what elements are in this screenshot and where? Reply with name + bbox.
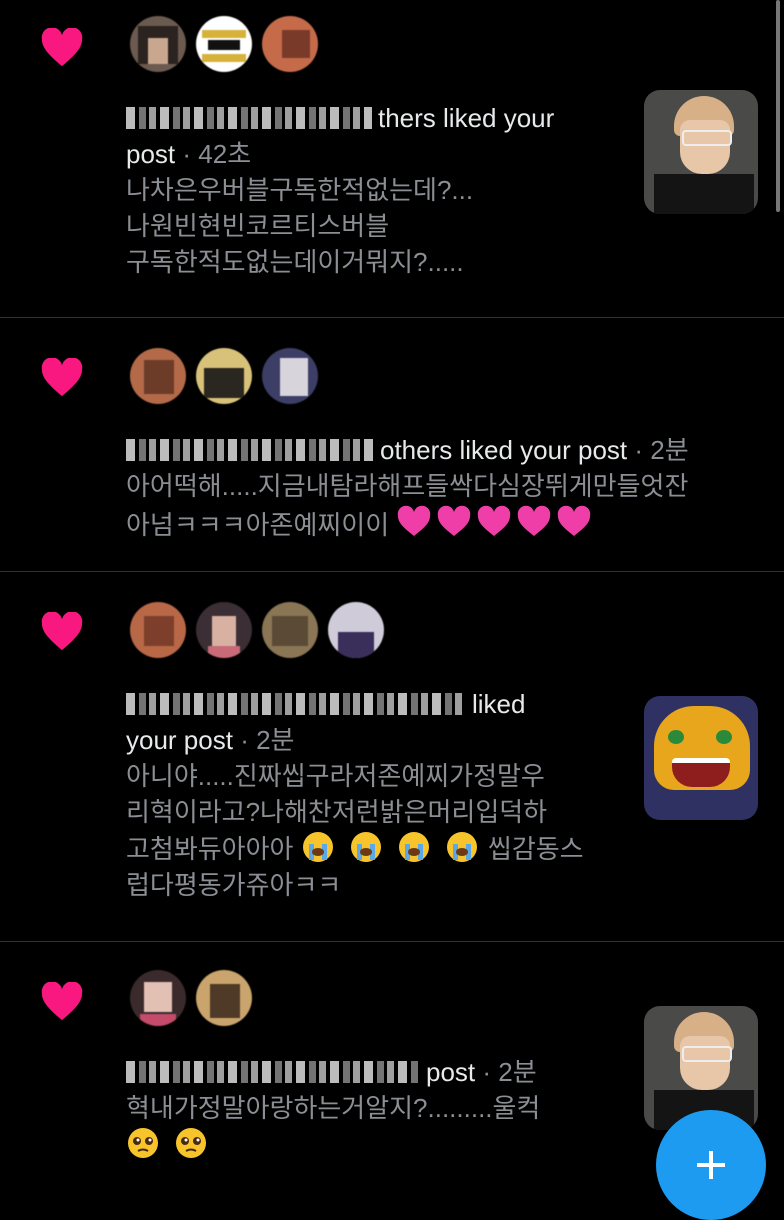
avatar[interactable]	[130, 970, 186, 1026]
pink-heart-emoji-icon	[398, 505, 591, 536]
message-line-with-emoji: 아넘ㅋㅋㅋ아존예찌이이	[126, 504, 689, 543]
notification-text: others liked your post · 2분 아어떡해.....지금내…	[126, 432, 689, 543]
heart-icon	[41, 358, 83, 397]
timestamp: · 2분	[634, 435, 689, 465]
plus-icon	[697, 1151, 725, 1179]
title-rest: liked	[472, 689, 526, 719]
notification-item[interactable]: others liked your post · 2분 아어떡해.....지금내…	[0, 318, 784, 572]
avatar[interactable]	[196, 970, 252, 1026]
censored-names	[126, 693, 466, 715]
liker-avatars	[130, 602, 384, 658]
notification-item[interactable]: liked your post · 2분 아니야.....진짜씹구라저존예찌가정…	[0, 572, 784, 942]
message-line: 나원빈현빈코르티스버블	[126, 211, 390, 241]
liker-avatars	[130, 348, 318, 404]
avatar[interactable]	[262, 16, 318, 72]
censored-names	[126, 439, 374, 461]
message-line: 아어떡해.....지금내탐라해프들싹다심장뛰게만들엇잔	[126, 471, 689, 501]
title-rest: others liked your post	[380, 435, 628, 465]
censored-names	[126, 107, 372, 129]
message-line: 아니야.....진짜씹구라저존예찌가정말우	[126, 761, 545, 791]
avatar[interactable]	[130, 348, 186, 404]
notification-item[interactable]: thers liked your post · 42초 나차은우버블구독한적없는…	[0, 0, 784, 318]
avatar[interactable]	[262, 348, 318, 404]
liker-avatars	[130, 970, 252, 1026]
message-line: 구독한적도없는데이거뭐지?.....	[126, 247, 464, 277]
avatar[interactable]	[130, 602, 186, 658]
message-line: 아넘ㅋㅋㅋ아존예찌이이	[126, 510, 390, 540]
timestamp: · 2분	[482, 1057, 537, 1087]
timestamp: · 42초	[182, 139, 252, 169]
notification-text: liked your post · 2분 아니야.....진짜씹구라저존예찌가정…	[126, 686, 584, 903]
title-line2: your post	[126, 725, 233, 755]
message-line: 나차은우버블구독한적없는데?...	[126, 175, 474, 205]
compose-button[interactable]	[656, 1110, 766, 1220]
censored-names	[126, 1061, 420, 1083]
notification-text: thers liked your post · 42초 나차은우버블구독한적없는…	[126, 100, 554, 280]
title-line2: post	[126, 139, 176, 169]
avatar[interactable]	[196, 602, 252, 658]
message-line: 혁내가정말아랑하는거알지?.........울컥	[126, 1093, 541, 1123]
avatar[interactable]	[328, 602, 384, 658]
heart-icon	[41, 28, 83, 67]
avatar[interactable]	[196, 16, 252, 72]
avatar[interactable]	[196, 348, 252, 404]
avatar[interactable]	[130, 16, 186, 72]
pleading-face-emoji-icon	[128, 1128, 206, 1158]
message-line: 리혁이라고?나해찬저런밝은머리입덕하	[126, 797, 548, 827]
avatar[interactable]	[262, 602, 318, 658]
timestamp: · 2분	[240, 725, 295, 755]
message-line-with-emoji: 고첨봐듀아아아 씹감동스	[126, 830, 584, 867]
crying-face-emoji-icon	[302, 832, 477, 862]
message-line: 씹감동스	[487, 834, 584, 864]
liker-avatars	[130, 16, 318, 72]
heart-icon	[41, 612, 83, 651]
message-line: 고첨봐듀아아아	[126, 834, 294, 864]
message-emoji-line	[126, 1126, 540, 1163]
post-thumbnail[interactable]	[644, 696, 758, 820]
title-rest: post	[426, 1057, 476, 1087]
heart-icon	[41, 982, 83, 1021]
notification-text: post · 2분 혁내가정말아랑하는거알지?.........울컥	[126, 1054, 540, 1163]
message-line: 럽다평동가쥬아ㅋㅋ	[126, 870, 342, 900]
title-rest: thers liked your	[378, 103, 555, 133]
post-thumbnail[interactable]	[644, 90, 758, 214]
